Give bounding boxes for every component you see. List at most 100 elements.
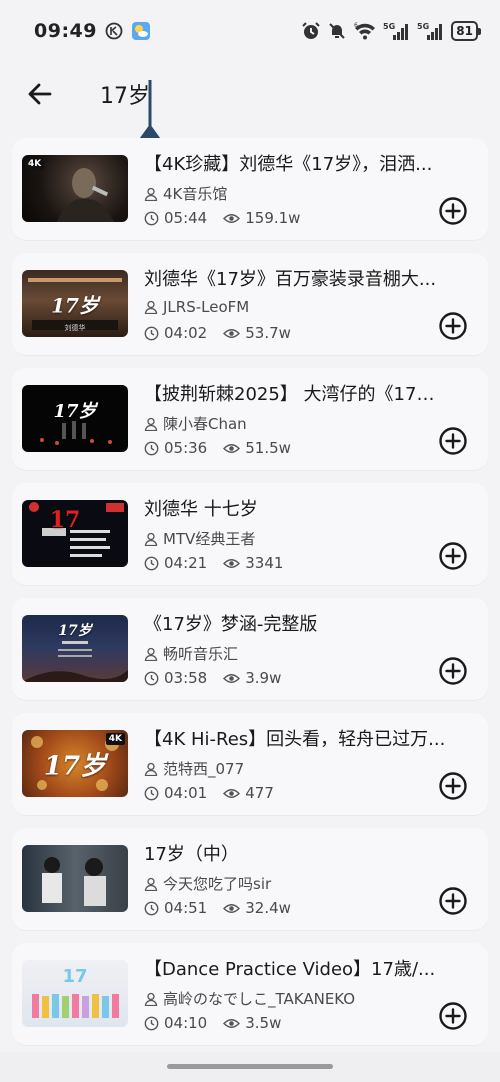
list-item[interactable]: 17岁 【披荆斩棘2025】 大湾仔的《17岁... 陳小春Chan 05:36… <box>12 368 488 470</box>
battery-indicator: 81 <box>451 21 481 41</box>
result-stats: 05:36 51.5w <box>144 439 291 457</box>
thumbnail: 4K <box>22 155 128 222</box>
result-author: 畅听音乐汇 <box>144 643 238 664</box>
duration: 04:10 <box>164 1014 208 1032</box>
thumbnail: 17岁 <box>22 385 128 452</box>
duration: 05:36 <box>164 439 208 457</box>
result-title: 刘德华《17岁》百万豪装录音棚大... <box>144 269 437 290</box>
add-circle-icon[interactable] <box>438 426 468 456</box>
wifi-icon: 6 <box>353 21 377 41</box>
result-stats: 03:58 3.9w <box>144 669 281 687</box>
author-name: 高岭のなでしこ_TAKANEKO <box>163 990 356 1008</box>
user-icon <box>144 417 158 431</box>
list-item[interactable]: 刘德华 17岁 刘德华《17岁》百万豪装录音棚大... JLRS-LeoFM 0… <box>12 253 488 355</box>
author-name: 陳小春Chan <box>163 415 247 433</box>
signal-icon: 5G <box>383 21 411 41</box>
result-title: 17岁（中） <box>144 844 239 865</box>
thumbnail-text: 17岁 <box>58 622 92 639</box>
home-gesture-bar[interactable] <box>167 1064 333 1069</box>
thumbnail-text: 17岁 <box>43 751 107 781</box>
thumbnail: 4K 17岁 <box>22 730 128 797</box>
result-stats: 04:10 3.5w <box>144 1014 281 1032</box>
clock-icon <box>144 441 159 455</box>
search-header <box>0 66 500 162</box>
view-count: 3.9w <box>245 669 282 687</box>
battery-level: 81 <box>456 24 473 38</box>
list-item[interactable]: 17岁 《17岁》梦涵-完整版 畅听音乐汇 03:58 3.9w <box>12 598 488 700</box>
author-name: MTV经典王者 <box>163 530 256 548</box>
duration: 04:51 <box>164 899 208 917</box>
clock-icon <box>144 556 159 570</box>
eye-icon <box>223 788 241 798</box>
svg-text:刘德华: 刘德华 <box>65 323 86 332</box>
clock-icon <box>144 211 159 225</box>
arrow-left-icon <box>28 83 52 105</box>
thumbnail-text: 17岁 <box>51 293 99 317</box>
thumbnail: 刘德华 17岁 <box>22 270 128 337</box>
thumbnail: 17 <box>22 960 128 1027</box>
thumbnail: 17岁 <box>22 615 128 682</box>
add-circle-icon[interactable] <box>438 771 468 801</box>
signal-icon-2: 5G <box>417 21 445 41</box>
result-author: 4K音乐馆 <box>144 183 227 204</box>
result-title: 【Dance Practice Video】17歳/... <box>144 959 436 980</box>
clock-icon <box>144 671 159 685</box>
user-icon <box>144 992 158 1006</box>
back-button[interactable] <box>24 78 56 110</box>
clock-icon <box>144 1016 159 1030</box>
eye-icon <box>223 673 241 683</box>
view-count: 477 <box>245 784 274 802</box>
result-author: 范特西_077 <box>144 758 244 779</box>
result-title: 【4K珍藏】刘德华《17岁》，泪洒... <box>144 154 433 175</box>
list-item[interactable]: 17 【Dance Practice Video】17歳/... 高岭のなでしこ… <box>12 943 488 1045</box>
signal-1-label: 5G <box>383 22 395 31</box>
user-icon <box>144 532 158 546</box>
view-count: 32.4w <box>245 899 291 917</box>
user-icon <box>144 877 158 891</box>
result-author: MTV经典王者 <box>144 528 255 549</box>
view-count: 159.1w <box>245 209 301 227</box>
weather-icon <box>131 21 151 41</box>
author-name: JLRS-LeoFM <box>163 298 250 316</box>
result-author: 今天您吃了吗sir <box>144 873 271 894</box>
user-icon <box>144 762 158 776</box>
svg-text:6: 6 <box>354 22 358 29</box>
clock-icon <box>144 786 159 800</box>
list-item[interactable]: 4K 17岁 【4K Hi-Res】回头看，轻舟已过万... 范特西_077 0… <box>12 713 488 815</box>
clock-icon <box>144 326 159 340</box>
status-bar: 09:49 6 5G 5G 81 <box>0 0 500 62</box>
app-notification-icon <box>105 22 123 40</box>
add-circle-icon[interactable] <box>438 541 468 571</box>
svg-text:17: 17 <box>62 966 87 987</box>
add-circle-icon[interactable] <box>438 311 468 341</box>
result-author: JLRS-LeoFM <box>144 298 249 316</box>
add-circle-icon[interactable] <box>438 1001 468 1031</box>
list-item[interactable]: 17 刘德华 十七岁 MTV经典王者 04:21 3341 <box>12 483 488 585</box>
add-circle-icon[interactable] <box>438 656 468 686</box>
duration: 04:21 <box>164 554 208 572</box>
add-circle-icon[interactable] <box>438 886 468 916</box>
thumbnail-text: 17 <box>49 507 81 534</box>
signal-2-label: 5G <box>417 22 429 31</box>
result-title: 【4K Hi-Res】回头看，轻舟已过万... <box>144 729 446 750</box>
eye-icon <box>223 443 241 453</box>
add-circle-icon[interactable] <box>438 196 468 226</box>
eye-icon <box>223 1018 241 1028</box>
navigation-bar <box>0 1052 500 1082</box>
author-name: 畅听音乐汇 <box>163 645 239 663</box>
status-right: 6 5G 5G 81 <box>301 21 481 41</box>
user-icon <box>144 187 158 201</box>
result-stats: 04:21 3341 <box>144 554 283 572</box>
list-item[interactable]: 4K 【4K珍藏】刘德华《17岁》，泪洒... 4K音乐馆 05:44 159.… <box>12 138 488 240</box>
result-stats: 04:01 477 <box>144 784 274 802</box>
result-author: 高岭のなでしこ_TAKANEKO <box>144 988 355 1009</box>
eye-icon <box>223 328 241 338</box>
view-count: 3.5w <box>245 1014 282 1032</box>
result-title: 【披荆斩棘2025】 大湾仔的《17岁... <box>144 384 450 405</box>
author-name: 范特西_077 <box>163 760 245 778</box>
list-item[interactable]: 17岁（中） 今天您吃了吗sir 04:51 32.4w <box>12 828 488 930</box>
alarm-icon <box>301 21 321 41</box>
eye-icon <box>223 558 241 568</box>
result-title: 《17岁》梦涵-完整版 <box>144 614 318 635</box>
author-name: 今天您吃了吗sir <box>163 875 272 893</box>
